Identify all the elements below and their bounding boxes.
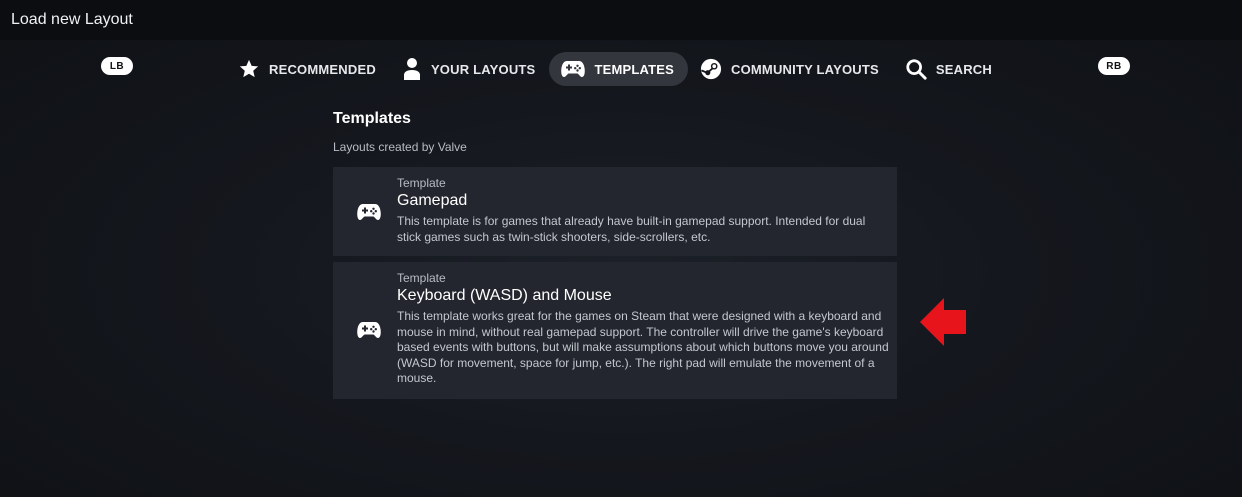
window-title: Load new Layout — [11, 11, 133, 28]
templates-section-header: Templates Layouts created by Valve — [333, 108, 897, 155]
lb-bumper-hint[interactable]: LB — [101, 57, 133, 75]
template-card-keyboard-mouse[interactable]: Template Keyboard (WASD) and Mouse This … — [333, 262, 897, 399]
template-description: This template works great for the games … — [397, 309, 889, 386]
star-icon — [239, 59, 259, 78]
section-subtitle: Layouts created by Valve — [333, 140, 467, 154]
tab-label: COMMUNITY LAYOUTS — [731, 61, 879, 77]
tab-bar: RECOMMENDED YOUR LAYOUTS TEMPLATES COMMU… — [226, 52, 1006, 86]
section-title: Templates — [333, 110, 411, 127]
tab-label: SEARCH — [935, 61, 992, 77]
tab-label: YOUR LAYOUTS — [430, 61, 536, 77]
gamepad-icon — [357, 322, 381, 338]
rb-bumper-hint[interactable]: RB — [1098, 57, 1130, 75]
gamepad-icon — [561, 61, 586, 77]
tab-templates[interactable]: TEMPLATES — [549, 52, 688, 86]
tab-recommended[interactable]: RECOMMENDED — [226, 52, 390, 86]
gamepad-icon — [357, 204, 381, 220]
tab-search[interactable]: SEARCH — [893, 52, 1006, 86]
search-icon — [906, 59, 927, 80]
template-kind-label: Template — [397, 271, 446, 285]
tab-community-layouts[interactable]: COMMUNITY LAYOUTS — [688, 52, 893, 86]
template-name: Keyboard (WASD) and Mouse — [397, 287, 612, 304]
tab-label: TEMPLATES — [594, 61, 674, 77]
tab-label: RECOMMENDED — [269, 61, 376, 77]
template-name: Gamepad — [397, 192, 468, 209]
title-bar: Load new Layout — [0, 0, 1242, 40]
red-arrow-left-icon — [920, 298, 966, 346]
tab-your-layouts[interactable]: YOUR LAYOUTS — [390, 52, 550, 86]
person-icon — [403, 58, 420, 80]
template-card-gamepad[interactable]: Template Gamepad This template is for ga… — [333, 167, 897, 256]
template-kind-label: Template — [397, 176, 446, 190]
steam-icon — [700, 58, 722, 80]
template-description: This template is for games that already … — [397, 214, 866, 244]
